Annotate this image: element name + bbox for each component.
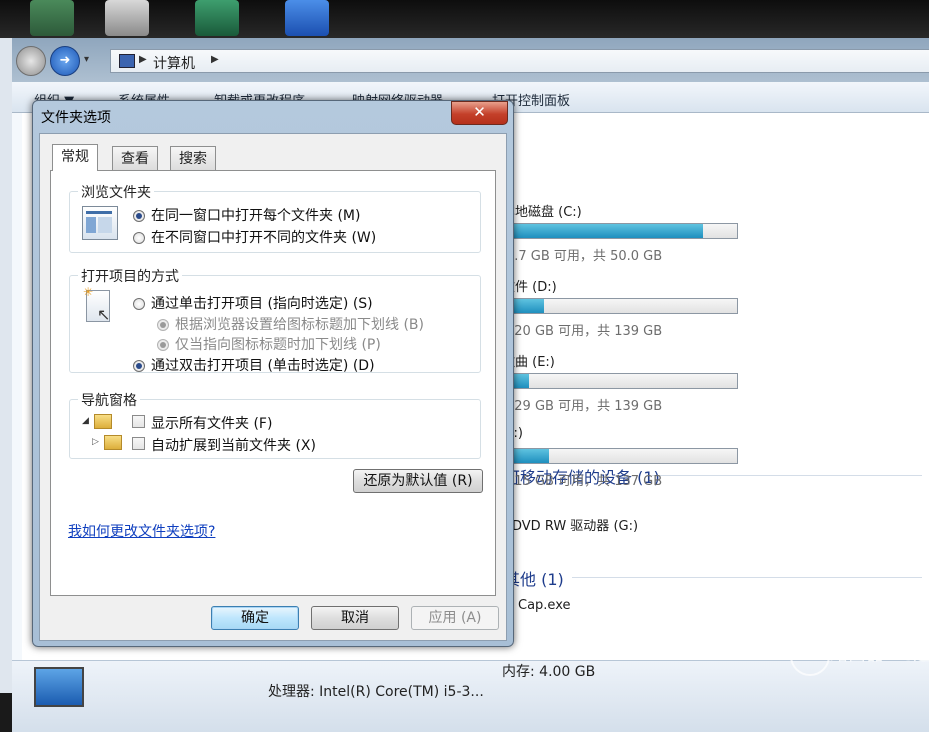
drive-usage-bar xyxy=(512,448,738,464)
help-link[interactable]: 我如何更改文件夹选项? xyxy=(68,521,215,541)
group-title: 导航窗格 xyxy=(78,390,140,410)
section-divider xyxy=(572,577,922,578)
dvd-drive-label[interactable]: DVD RW 驱动器 (G:) xyxy=(512,515,638,534)
other-item-label[interactable]: Cap.exe xyxy=(518,598,571,613)
option-show-all-folders-label[interactable]: 显示所有文件夹 (F) xyxy=(151,413,272,433)
option-new-window-label[interactable]: 在不同窗口中打开不同的文件夹 (W) xyxy=(151,227,376,247)
option-same-window-label[interactable]: 在同一窗口中打开每个文件夹 (M) xyxy=(151,205,360,225)
breadcrumb-arrow-icon[interactable]: ▶ xyxy=(139,54,147,65)
option-double-click-label[interactable]: 通过双击打开项目 (单击时选定) (D) xyxy=(151,355,375,375)
checkbox-show-all-folders[interactable] xyxy=(132,415,145,428)
recent-pages-chevron-icon[interactable]: ▾ xyxy=(84,54,89,65)
option-auto-expand-label[interactable]: 自动扩展到当前文件夹 (X) xyxy=(151,435,316,455)
tab-general[interactable]: 常规 xyxy=(52,144,98,171)
watermark-logo-icon xyxy=(790,636,830,676)
forward-button[interactable]: ➜ xyxy=(50,46,80,76)
desktop-strip xyxy=(0,0,929,40)
computer-icon xyxy=(34,667,84,707)
ok-button[interactable]: 确定 xyxy=(211,606,299,630)
breadcrumb-arrow-icon[interactable]: ▶ xyxy=(211,54,219,65)
tab-panel-general: 浏览文件夹 在同一窗口中打开每个文件夹 (M) 在不同窗口中打开不同的文件夹 (… xyxy=(50,170,496,596)
address-bar[interactable]: ▶ 计算机 ▶ xyxy=(110,49,929,73)
drive-free-space: 7.7 GB 可用，共 50.0 GB xyxy=(506,249,663,264)
drive-usage-bar xyxy=(512,298,738,314)
close-button[interactable]: ✕ xyxy=(451,101,508,125)
radio-single-click[interactable] xyxy=(133,298,145,310)
drive-usage-bar xyxy=(512,373,738,389)
drive-free-space: 120 GB 可用，共 139 GB xyxy=(506,324,663,339)
drive-usage-fill xyxy=(513,449,549,463)
drive-free-space: 129 GB 可用，共 139 GB xyxy=(506,399,663,414)
memory-info: 内存: 4.00 GB xyxy=(502,664,596,680)
folder-icon xyxy=(104,435,122,450)
collapsed-arrow-icon: ▷ xyxy=(92,437,99,447)
tab-view[interactable]: 查看 xyxy=(112,146,158,170)
click-items-group: 打开项目的方式 ✳ ↖ 通过单击打开项目 (指向时选定) (S) 根据浏览器设置… xyxy=(69,266,481,375)
radio-same-window[interactable] xyxy=(133,210,145,222)
apply-button[interactable]: 应用 (A) xyxy=(411,606,499,630)
group-title: 打开项目的方式 xyxy=(78,266,182,286)
folder-options-dialog: 文件夹选项 ✕ 常规 查看 搜索 浏览文件夹 在同一窗口中打开每个文件夹 (M)… xyxy=(32,100,514,647)
folder-icon xyxy=(94,414,112,429)
option-underline-browser-label[interactable]: 根据浏览器设置给图标标题加下划线 (B) xyxy=(175,314,424,334)
browse-folders-group: 浏览文件夹 在同一窗口中打开每个文件夹 (M) 在不同窗口中打开不同的文件夹 (… xyxy=(69,182,481,253)
option-underline-point-label[interactable]: 仅当指向图标标题时加下划线 (P) xyxy=(175,334,381,354)
breadcrumb-item[interactable]: 计算机 xyxy=(153,53,195,73)
cancel-button[interactable]: 取消 xyxy=(311,606,399,630)
desktop-shortcut-icon[interactable] xyxy=(285,0,329,36)
navigation-bar: ➜ ▾ ▶ 计算机 ▶ xyxy=(14,46,929,80)
radio-new-window[interactable] xyxy=(133,232,145,244)
back-button[interactable] xyxy=(16,46,46,76)
drive-usage-bar xyxy=(512,223,738,239)
window-preview-icon xyxy=(82,206,118,240)
drive-usage-fill xyxy=(513,299,545,313)
group-title: 浏览文件夹 xyxy=(78,182,154,202)
radio-underline-point[interactable] xyxy=(157,339,169,351)
restore-defaults-button[interactable]: 还原为默认值 (R) xyxy=(353,469,483,493)
drive-free-space: 115 GB 可用，共 137 GB xyxy=(506,474,663,489)
option-single-click-label[interactable]: 通过单击打开项目 (指向时选定) (S) xyxy=(151,293,373,313)
navigation-pane[interactable] xyxy=(12,113,22,673)
radio-double-click[interactable] xyxy=(133,360,145,372)
section-divider xyxy=(652,475,922,476)
drive-usage-fill xyxy=(513,224,704,238)
expanded-arrow-icon: ◢ xyxy=(82,416,89,426)
processor-info: 处理器: Intel(R) Core(TM) i5-3... xyxy=(268,684,484,700)
checkbox-auto-expand[interactable] xyxy=(132,437,145,450)
tab-search[interactable]: 搜索 xyxy=(170,146,216,170)
watermark-text: 路由器 PC速递 xyxy=(830,644,929,665)
document-pointer-icon: ✳ ↖ xyxy=(83,285,111,324)
watermark: 路由器 PC速递 xyxy=(790,632,929,680)
drive-usage-fill xyxy=(513,374,529,388)
dialog-body: 常规 查看 搜索 浏览文件夹 在同一窗口中打开每个文件夹 (M) 在不同窗口中打… xyxy=(39,133,507,641)
desktop-shortcut-icon[interactable] xyxy=(30,0,74,36)
computer-icon xyxy=(119,54,135,68)
desktop-shortcut-icon[interactable] xyxy=(105,0,149,36)
dialog-title: 文件夹选项 xyxy=(41,110,111,126)
radio-underline-browser[interactable] xyxy=(157,319,169,331)
desktop-shortcut-icon[interactable] xyxy=(195,0,239,36)
navigation-pane-group: 导航窗格 ◢ 显示所有文件夹 (F) ▷ 自动扩展到当前文件夹 (X) xyxy=(69,390,481,459)
